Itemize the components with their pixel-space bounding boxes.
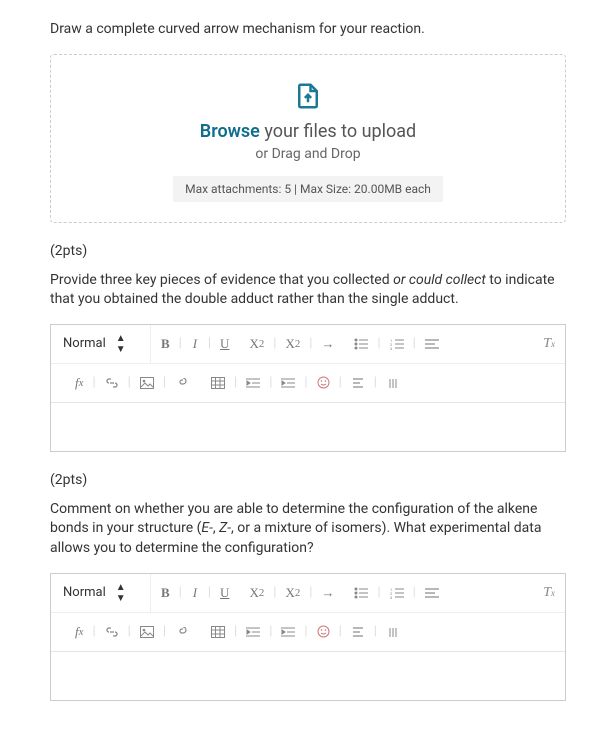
separator: | xyxy=(301,375,310,390)
separator: | xyxy=(336,375,345,390)
separator: | xyxy=(176,336,185,351)
underline-button[interactable]: U xyxy=(214,574,235,612)
link-button[interactable] xyxy=(99,364,125,402)
separator: | xyxy=(410,336,419,351)
editor-content-area[interactable] xyxy=(51,652,565,700)
table-button[interactable] xyxy=(205,364,231,402)
numbered-list-button[interactable]: 123 xyxy=(384,574,410,612)
separator: | xyxy=(231,624,240,639)
rtl-button[interactable] xyxy=(380,364,406,402)
question-3-instruction: Comment on whether you are able to deter… xyxy=(50,500,566,559)
separator: | xyxy=(374,336,383,351)
q2-text-italic: or could collect xyxy=(393,272,486,288)
align-button[interactable] xyxy=(419,325,445,363)
attachment-button[interactable] xyxy=(169,364,197,402)
ltr-button[interactable] xyxy=(345,613,371,651)
emoji-button[interactable] xyxy=(311,364,336,402)
italic-button[interactable]: I xyxy=(185,574,205,612)
table-button[interactable] xyxy=(205,613,231,651)
q2-text-a: Provide three key pieces of evidence tha… xyxy=(50,272,393,288)
arrow-button[interactable]: → xyxy=(315,325,340,363)
separator: | xyxy=(306,336,315,351)
question-3-points: (2pts) xyxy=(50,472,566,488)
emoji-button[interactable] xyxy=(311,613,336,651)
separator: | xyxy=(371,624,380,639)
ltr-button[interactable] xyxy=(345,364,371,402)
align-button[interactable] xyxy=(419,574,445,612)
bullet-list-button[interactable] xyxy=(348,574,374,612)
image-button[interactable] xyxy=(134,364,160,402)
upload-title: Browse your files to upload xyxy=(71,121,545,142)
separator: | xyxy=(301,624,310,639)
separator: | xyxy=(374,585,383,600)
image-button[interactable] xyxy=(134,613,160,651)
browse-link[interactable]: Browse xyxy=(200,121,260,142)
editor-content-area[interactable] xyxy=(51,403,565,451)
editor-toolbar: Normal ▲▼ B | I | U X2 | X2 | → | xyxy=(51,325,565,403)
separator: | xyxy=(89,375,98,390)
svg-text:3: 3 xyxy=(390,595,392,599)
italic-button[interactable]: I xyxy=(185,325,205,363)
subscript-button[interactable]: X2 xyxy=(243,574,270,612)
clear-format-button[interactable]: Tx xyxy=(533,574,565,612)
attachment-button[interactable] xyxy=(169,613,197,651)
select-arrows-icon: ▲▼ xyxy=(116,333,126,355)
upload-icon xyxy=(293,81,323,111)
upload-subtitle: or Drag and Drop xyxy=(71,146,545,162)
indent-button[interactable] xyxy=(275,364,301,402)
rich-text-editor-2: Normal ▲▼ B | I | U X2 | X2 | → | xyxy=(50,573,566,701)
question-2-instruction: Provide three key pieces of evidence tha… xyxy=(50,271,566,310)
bullet-list-button[interactable] xyxy=(348,325,374,363)
separator: | xyxy=(266,375,275,390)
superscript-button[interactable]: X2 xyxy=(279,325,306,363)
separator: | xyxy=(266,624,275,639)
underline-button[interactable]: U xyxy=(214,325,235,363)
separator: | xyxy=(125,375,134,390)
indent-button[interactable] xyxy=(275,613,301,651)
separator: | xyxy=(205,336,214,351)
equation-button[interactable]: fx xyxy=(69,613,89,651)
bold-button[interactable]: B xyxy=(155,574,176,612)
style-select-label: Normal xyxy=(63,585,106,600)
select-arrows-icon: ▲▼ xyxy=(116,582,126,604)
editor-toolbar: Normal ▲▼ B | I | U X2 | X2 | → | xyxy=(51,574,565,652)
separator: | xyxy=(371,375,380,390)
question-1-instruction: Draw a complete curved arrow mechanism f… xyxy=(50,20,566,40)
subscript-button[interactable]: X2 xyxy=(243,325,270,363)
separator: | xyxy=(306,585,315,600)
separator: | xyxy=(410,585,419,600)
arrow-button[interactable]: → xyxy=(315,574,340,612)
separator: | xyxy=(231,375,240,390)
separator: | xyxy=(89,624,98,639)
separator: | xyxy=(205,585,214,600)
outdent-button[interactable] xyxy=(240,613,266,651)
equation-button[interactable]: fx xyxy=(69,364,89,402)
upload-limits: Max attachments: 5 | Max Size: 20.00MB e… xyxy=(173,176,443,202)
bold-button[interactable]: B xyxy=(155,325,176,363)
file-upload-dropzone[interactable]: Browse your files to upload or Drag and … xyxy=(50,54,566,223)
clear-format-button[interactable]: Tx xyxy=(533,325,565,363)
svg-text:3: 3 xyxy=(390,346,392,350)
style-select[interactable]: Normal ▲▼ xyxy=(51,325,151,363)
upload-title-rest: your files to upload xyxy=(260,121,416,142)
question-2-points: (2pts) xyxy=(50,243,566,259)
rtl-button[interactable] xyxy=(380,613,406,651)
rich-text-editor-1: Normal ▲▼ B | I | U X2 | X2 | → | xyxy=(50,324,566,452)
separator: | xyxy=(176,585,185,600)
q3-i2: Z- xyxy=(219,520,231,536)
numbered-list-button[interactable]: 123 xyxy=(384,325,410,363)
separator: | xyxy=(160,624,169,639)
superscript-button[interactable]: X2 xyxy=(279,574,306,612)
q3-i1: E- xyxy=(201,520,212,536)
link-button[interactable] xyxy=(99,613,125,651)
separator: | xyxy=(160,375,169,390)
style-select[interactable]: Normal ▲▼ xyxy=(51,574,151,612)
style-select-label: Normal xyxy=(63,336,106,351)
separator: | xyxy=(270,585,279,600)
separator: | xyxy=(270,336,279,351)
outdent-button[interactable] xyxy=(240,364,266,402)
separator: | xyxy=(336,624,345,639)
separator: | xyxy=(125,624,134,639)
